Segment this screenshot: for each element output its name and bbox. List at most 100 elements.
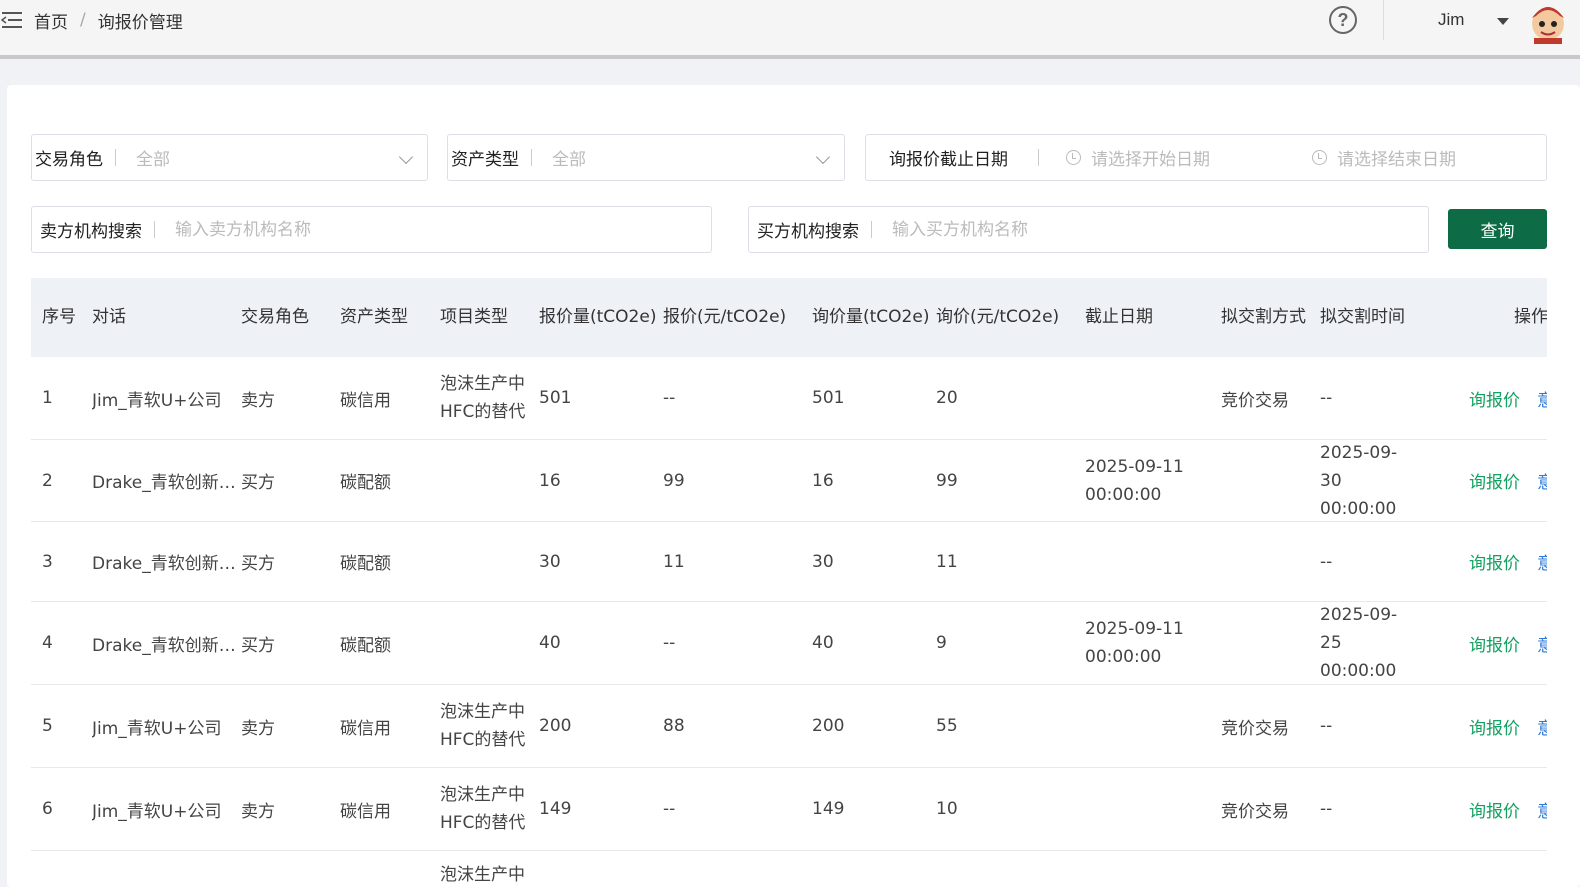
avatar[interactable] (1526, 0, 1570, 44)
cell-offer-price: -- (663, 388, 676, 408)
breadcrumb: 首页 / 询报价管理 (34, 8, 183, 33)
cell-delivery-method: 竞价交易 (1221, 390, 1289, 411)
start-date-input[interactable]: 请选择开始日期 (1066, 135, 1210, 180)
role-select[interactable]: 交易角色 全部 (31, 134, 428, 181)
cell-no: 3 (42, 551, 53, 572)
column-header: 序号 (42, 307, 76, 327)
cell-asset: 碳配额 (340, 473, 391, 493)
cell-inquiry-price: 9 (936, 633, 947, 653)
cell-inquiry-qty (812, 851, 922, 887)
secondary-action-link[interactable]: 意 (1537, 768, 1547, 850)
cell-no (42, 851, 82, 887)
cell-role: 买方 (241, 554, 275, 574)
inquiry-action-link[interactable]: 询报价 (1469, 768, 1520, 850)
table-header: 序号 对话 交易角色 资产类型 项目类型 报价量(tCO2e) 报价(元/tCO… (31, 278, 1547, 357)
cell-role: 卖方 (241, 801, 275, 822)
table-row: 2 Drake_青软创新科技 买方 碳配额 16 99 16 99 2025-09-11 00:… (31, 440, 1547, 522)
caret-down-icon[interactable] (1497, 18, 1509, 25)
breadcrumb-current: 询报价管理 (97, 12, 183, 33)
clock-icon (1312, 150, 1327, 165)
menu-toggle-icon[interactable] (0, 10, 24, 30)
cell-asset: 碳信用 (340, 390, 391, 411)
query-button[interactable]: 查询 (1448, 209, 1547, 249)
asset-type-select-label: 资产类型 (451, 150, 519, 170)
cell-offer-qty: 40 (539, 633, 561, 653)
user-name[interactable]: Jim (1438, 10, 1464, 30)
cell-inquiry-qty: 501 (812, 388, 845, 408)
inquiry-action-link[interactable]: 询报价 (1469, 357, 1520, 439)
chevron-down-icon (815, 149, 831, 165)
cell-asset: 碳信用 (340, 801, 391, 822)
cell-deadline (1085, 768, 1213, 850)
buyer-search: 买方机构搜索 (748, 206, 1429, 253)
seller-search: 卖方机构搜索 (31, 206, 712, 253)
breadcrumb-separator: / (80, 10, 86, 30)
cell-inquiry-price: 11 (936, 551, 958, 572)
role-select-label: 交易角色 (35, 150, 103, 170)
cell-inquiry-price (936, 851, 1066, 887)
inquiry-action-link[interactable]: 询报价 (1469, 685, 1520, 767)
inquiry-action-link[interactable]: 询报价 (1469, 602, 1520, 684)
cell-project: 泡沫生产中 (440, 865, 525, 885)
deadline-date-range[interactable]: 询报价截止日期 请选择开始日期 请选择结束日期 (865, 134, 1547, 181)
buyer-search-input[interactable] (892, 219, 1428, 240)
cell-role: 卖方 (241, 718, 275, 739)
cell-role (241, 851, 331, 887)
cell-offer-price: 88 (663, 716, 685, 736)
column-header: 截止日期 (1085, 307, 1153, 327)
table-row: 3 Drake_青软创新科技 买方 碳配额 30 11 30 11 -- 询报价意 (31, 522, 1547, 602)
cell-offer-price: 99 (663, 470, 685, 491)
cell-inquiry-qty: 200 (812, 716, 845, 736)
cell-deadline (1085, 522, 1213, 601)
column-header: 资产类型 (340, 307, 408, 327)
cell-delivery-time: -- (1320, 716, 1333, 736)
cell-delivery-time: -- (1320, 799, 1333, 819)
cell-dialog: Drake_青软创新科技 (92, 473, 237, 493)
secondary-action-link[interactable]: 意 (1537, 440, 1547, 521)
seller-search-input[interactable] (175, 219, 711, 240)
table-row: 6 Jim_青软U+公司 卖方 碳信用 泡沫生产中HFC的替代 149 -- 149 10 竞价交… (31, 768, 1547, 851)
header-divider-line (0, 55, 1580, 59)
asset-type-select-value: 全部 (552, 150, 586, 170)
cell-offer-qty: 30 (539, 551, 561, 572)
cell-no: 5 (42, 716, 53, 736)
seller-search-label: 卖方机构搜索 (40, 222, 142, 242)
cell-project: 泡沫生产中HFC的替代 (440, 374, 526, 422)
column-header: 询价(元/tCO2e) (936, 307, 1060, 327)
cell-delivery-method: 竞价交易 (1221, 718, 1289, 739)
secondary-action-link[interactable]: 意 (1537, 602, 1547, 684)
cell-offer-price: 11 (663, 551, 685, 572)
cell-offer-qty (539, 851, 649, 887)
cell-offer-qty: 149 (539, 799, 572, 819)
cell-offer-price: -- (663, 799, 676, 819)
inquiry-action-link[interactable]: 询报价 (1469, 440, 1520, 521)
cell-delivery-method (1221, 602, 1311, 684)
cell-delivery-method (1221, 851, 1311, 887)
cell-no: 4 (42, 633, 53, 653)
cell-offer-qty: 200 (539, 716, 572, 736)
inquiry-action-link[interactable]: 询报价 (1469, 522, 1520, 601)
column-header: 询价量(tCO2e) (812, 307, 930, 327)
secondary-action-link[interactable]: 意 (1537, 685, 1547, 767)
quote-table: 序号 对话 交易角色 资产类型 项目类型 报价量(tCO2e) 报价(元/tCO… (31, 278, 1547, 887)
cell-delivery-time: -- (1320, 551, 1333, 572)
cell-asset: 碳配额 (340, 554, 391, 574)
cell-dialog: Drake_青软创新科技 (92, 554, 237, 574)
column-header: 拟交割方式 (1221, 307, 1306, 327)
cell-offer-price (663, 851, 793, 887)
secondary-action-link[interactable]: 意 (1537, 522, 1547, 601)
help-icon[interactable]: ? (1329, 6, 1357, 34)
end-date-input[interactable]: 请选择结束日期 (1312, 135, 1456, 180)
asset-type-select[interactable]: 资产类型 全部 (447, 134, 845, 181)
secondary-action-link[interactable]: 意 (1537, 357, 1547, 439)
chevron-down-icon (398, 149, 414, 165)
cell-no: 6 (42, 799, 53, 819)
breadcrumb-home-link[interactable]: 首页 (34, 8, 68, 33)
role-select-value: 全部 (136, 150, 170, 170)
column-header: 拟交割时间 (1320, 307, 1405, 327)
cell-role: 卖方 (241, 390, 275, 411)
buyer-search-label: 买方机构搜索 (757, 222, 859, 242)
cell-inquiry-price: 20 (936, 388, 958, 408)
cell-delivery-method (1221, 522, 1311, 601)
cell-project: 泡沫生产中HFC的替代 (440, 785, 526, 833)
